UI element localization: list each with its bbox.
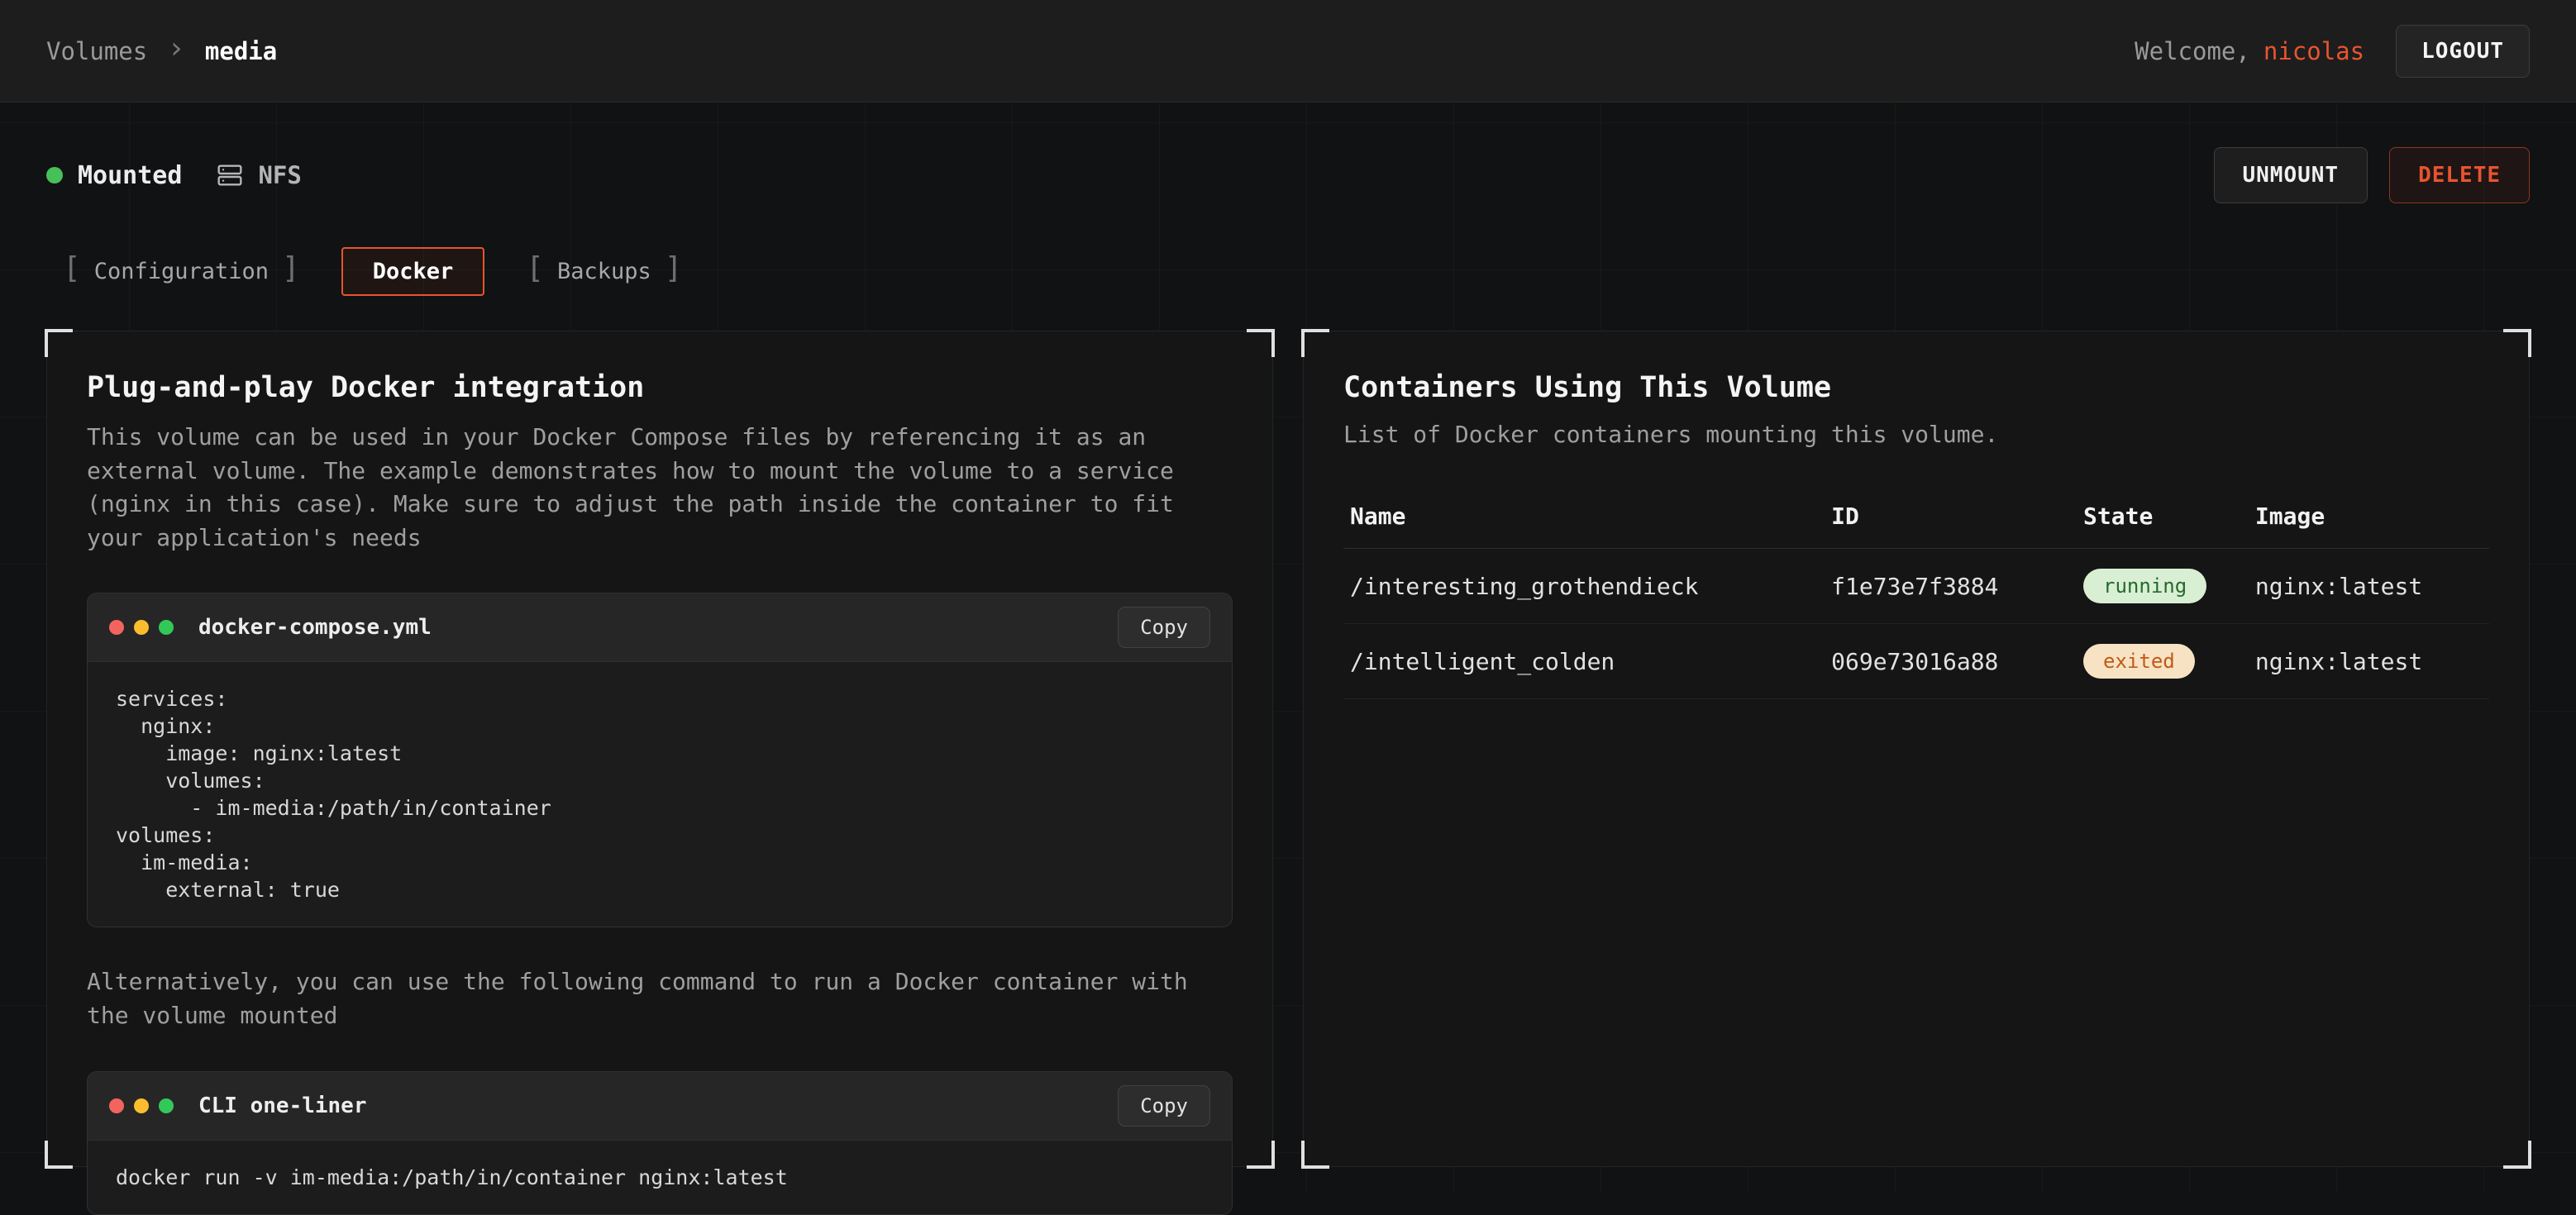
bracket-right-icon: ] <box>665 254 683 284</box>
topbar-right: Welcome, nicolas LOGOUT <box>2135 25 2530 78</box>
volume-actions: UNMOUNT DELETE <box>2214 147 2531 203</box>
table-row: /intelligent_colden 069e73016a88 exited … <box>1343 624 2489 699</box>
mount-status: Mounted <box>46 161 182 190</box>
breadcrumb-current-volume: media <box>205 37 277 65</box>
unmount-button[interactable]: UNMOUNT <box>2214 147 2368 203</box>
tab-configuration[interactable]: [ Configuration ] <box>46 245 317 298</box>
bracket-left-icon: [ <box>526 254 544 284</box>
driver-label: NFS <box>258 161 301 189</box>
container-id: f1e73e7f3884 <box>1825 549 2077 624</box>
container-state-cell: exited <box>2077 624 2249 699</box>
corner-bracket <box>1301 1141 1329 1169</box>
main-content: Mounted NFS UNMOUNT DELETE <box>0 102 2576 1194</box>
containers-panel-title: Containers Using This Volume <box>1343 371 2489 404</box>
window-maximize-dot-icon <box>159 1098 174 1113</box>
volume-status-group: Mounted NFS <box>46 161 302 190</box>
topbar: Volumes › media Welcome, nicolas LOGOUT <box>0 0 2576 102</box>
tab-docker[interactable]: [ Docker ] <box>341 247 485 296</box>
corner-bracket <box>2503 329 2531 357</box>
tab-backups-label: Backups <box>557 259 651 284</box>
tab-bar: [ Configuration ] [ Docker ] [ Backups ] <box>46 245 2530 298</box>
welcome-prefix: Welcome, <box>2135 37 2250 65</box>
containers-table: Name ID State Image /interesting_grothen… <box>1343 488 2489 699</box>
compose-filename: docker-compose.yml <box>198 615 432 640</box>
window-dots <box>109 620 174 635</box>
containers-table-header-row: Name ID State Image <box>1343 488 2489 549</box>
column-header-image: Image <box>2249 488 2489 549</box>
tab-docker-label: Docker <box>373 259 454 284</box>
corner-bracket <box>2503 1141 2531 1169</box>
copy-cli-button[interactable]: Copy <box>1118 1085 1210 1127</box>
cli-intro-text: Alternatively, you can use the following… <box>87 965 1233 1032</box>
container-name: /interesting_grothendieck <box>1343 549 1825 624</box>
containers-panel-subtitle: List of Docker containers mounting this … <box>1343 421 2489 448</box>
logout-button[interactable]: LOGOUT <box>2396 25 2530 78</box>
state-badge: exited <box>2083 644 2195 679</box>
cli-code-card-header: CLI one-liner Copy <box>88 1072 1232 1141</box>
docker-integration-panel: Plug-and-play Docker integration This vo… <box>46 331 1273 1167</box>
corner-bracket <box>1247 1141 1275 1169</box>
container-name: /intelligent_colden <box>1343 624 1825 699</box>
copy-compose-button[interactable]: Copy <box>1118 607 1210 648</box>
cli-filename: CLI one-liner <box>198 1094 367 1118</box>
window-maximize-dot-icon <box>159 620 174 635</box>
server-icon <box>217 162 243 188</box>
bracket-right-icon: ] <box>282 254 300 284</box>
window-close-dot-icon <box>109 1098 124 1113</box>
corner-bracket <box>45 329 73 357</box>
window-close-dot-icon <box>109 620 124 635</box>
username: nicolas <box>2264 37 2364 65</box>
volume-detail-page: Volumes › media Welcome, nicolas LOGOUT … <box>0 0 2576 1194</box>
docker-panel-description: This volume can be used in your Docker C… <box>87 421 1233 555</box>
container-state-cell: running <box>2077 549 2249 624</box>
window-minimize-dot-icon <box>134 620 149 635</box>
mounted-status-dot-icon <box>46 167 63 183</box>
volume-driver: NFS <box>217 161 301 189</box>
window-minimize-dot-icon <box>134 1098 149 1113</box>
table-row: /interesting_grothendieck f1e73e7f3884 r… <box>1343 549 2489 624</box>
corner-bracket <box>1247 329 1275 357</box>
column-header-state: State <box>2077 488 2249 549</box>
panels-row: Plug-and-play Docker integration This vo… <box>46 331 2530 1167</box>
compose-code-card-header: docker-compose.yml Copy <box>88 593 1232 662</box>
corner-bracket <box>45 1141 73 1169</box>
window-dots <box>109 1098 174 1113</box>
breadcrumb: Volumes › media <box>46 36 277 66</box>
container-image: nginx:latest <box>2249 549 2489 624</box>
delete-button[interactable]: DELETE <box>2389 147 2530 203</box>
column-header-name: Name <box>1343 488 1825 549</box>
breadcrumb-volumes-link[interactable]: Volumes <box>46 37 147 65</box>
container-image: nginx:latest <box>2249 624 2489 699</box>
tab-configuration-label: Configuration <box>94 259 269 284</box>
compose-code-card: docker-compose.yml Copy services: nginx:… <box>87 593 1233 927</box>
column-header-id: ID <box>1825 488 2077 549</box>
mount-status-label: Mounted <box>78 161 182 190</box>
docker-panel-title: Plug-and-play Docker integration <box>87 371 1233 404</box>
corner-bracket <box>1301 329 1329 357</box>
containers-panel: Containers Using This Volume List of Doc… <box>1303 331 2530 1167</box>
cli-code: docker run -v im-media:/path/in/containe… <box>88 1141 1232 1214</box>
bracket-left-icon: [ <box>63 254 81 284</box>
chevron-right-icon: › <box>167 34 185 64</box>
container-id: 069e73016a88 <box>1825 624 2077 699</box>
welcome-text: Welcome, nicolas <box>2135 37 2364 65</box>
volume-status-row: Mounted NFS UNMOUNT DELETE <box>46 147 2530 203</box>
state-badge: running <box>2083 569 2206 603</box>
tab-backups[interactable]: [ Backups ] <box>509 245 699 298</box>
cli-code-card: CLI one-liner Copy docker run -v im-medi… <box>87 1071 1233 1215</box>
compose-code: services: nginx: image: nginx:latest vol… <box>88 662 1232 927</box>
